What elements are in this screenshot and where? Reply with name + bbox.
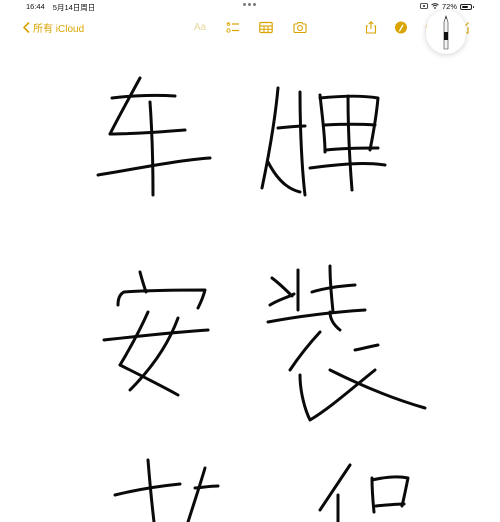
screen-mirror-icon bbox=[420, 2, 428, 11]
handwritten-char-zhuang bbox=[266, 264, 427, 422]
handwritten-char-pai bbox=[260, 86, 387, 197]
table-button[interactable] bbox=[258, 20, 274, 34]
handwritten-char-cheng bbox=[318, 463, 410, 522]
camera-button[interactable] bbox=[292, 20, 308, 34]
table-icon bbox=[259, 21, 273, 33]
multitasking-dots[interactable] bbox=[243, 3, 257, 7]
share-button[interactable] bbox=[363, 20, 379, 34]
handwritten-char-che bbox=[96, 76, 212, 197]
share-icon bbox=[365, 20, 377, 34]
handwritten-char-an bbox=[102, 270, 210, 397]
checklist-icon bbox=[226, 21, 239, 33]
handwriting-canvas[interactable] bbox=[0, 40, 500, 522]
status-time: 16:44 bbox=[26, 2, 45, 11]
back-button[interactable]: 所有 iCloud bbox=[22, 20, 84, 35]
format-label: Aa bbox=[193, 21, 207, 33]
camera-icon bbox=[293, 21, 307, 33]
chevron-left-icon bbox=[23, 22, 30, 33]
notes-toolbar: 所有 iCloud Aa bbox=[0, 14, 500, 42]
checklist-button[interactable] bbox=[225, 20, 241, 34]
handwritten-char-jiao bbox=[113, 458, 220, 522]
format-button[interactable]: Aa bbox=[192, 20, 208, 34]
markup-button[interactable] bbox=[393, 20, 409, 34]
status-bar: 16:44 5月14日周日 72% bbox=[0, 0, 500, 14]
battery-icon bbox=[460, 3, 474, 10]
status-date: 5月14日周日 bbox=[52, 3, 96, 12]
wifi-icon bbox=[431, 2, 439, 11]
back-label: 所有 iCloud bbox=[33, 24, 85, 35]
markup-icon bbox=[395, 21, 407, 33]
